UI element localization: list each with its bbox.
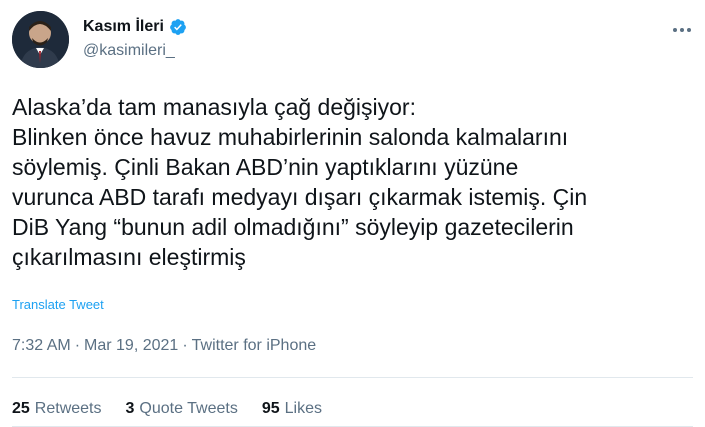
tweet-time[interactable]: 7:32 AM — [12, 337, 71, 355]
tweet-stats: 25 Retweets 3 Quote Tweets 95 Likes — [12, 400, 322, 418]
meta-separator: · — [74, 337, 81, 354]
quote-tweets-stat[interactable]: 3 Quote Tweets — [126, 400, 238, 418]
tweet-card: Kasım İleri @kasimileri_ Alaska’da tam m… — [0, 0, 705, 427]
likes-count: 95 — [261, 400, 280, 417]
tweet-source[interactable]: Twitter for iPhone — [192, 337, 317, 355]
likes-label: Likes — [284, 400, 322, 417]
avatar[interactable] — [12, 11, 69, 68]
retweets-count: 25 — [12, 400, 30, 417]
tweet-text-line: Blinken önce havuz muhabirlerinin salond… — [12, 124, 569, 150]
person-avatar-icon — [12, 11, 69, 68]
display-name-row: Kasım İleri — [83, 15, 187, 39]
retweets-stat[interactable]: 25 Retweets — [12, 400, 102, 418]
tweet-text: Alaska’da tam manasıyla çağ değişiyor: B… — [12, 92, 697, 272]
author-info: Kasım İleri @kasimileri_ — [83, 15, 187, 60]
retweets-label: Retweets — [34, 400, 102, 417]
tweet-text-line: Alaska’da tam manasıyla çağ değişiyor: — [12, 94, 416, 120]
quote-tweets-count: 3 — [125, 400, 135, 417]
tweet-text-line: çıkarılmasını eleştirmiş — [12, 244, 246, 270]
tweet-text-line: DiB Yang “bunun adil olmadığını” söyleyi… — [12, 214, 574, 240]
author-handle[interactable]: @kasimileri_ — [83, 42, 187, 60]
verified-badge-icon — [169, 18, 187, 36]
tweet-date[interactable]: Mar 19, 2021 — [84, 337, 178, 355]
divider — [12, 377, 693, 378]
more-options-icon[interactable] — [671, 19, 693, 41]
meta-separator: · — [182, 337, 188, 354]
likes-stat[interactable]: 95 Likes — [262, 400, 322, 418]
tweet-text-line: söylemiş. Çinli Bakan ABD’nin yaptıkları… — [12, 154, 519, 180]
quote-tweets-label: Quote Tweets — [139, 400, 238, 417]
tweet-meta: 7:32 AM · Mar 19, 2021 · Twitter for iPh… — [12, 337, 316, 355]
display-name[interactable]: Kasım İleri — [83, 18, 164, 36]
tweet-text-line: vurunca ABD tarafı medyayı dışarı çıkarm… — [12, 184, 588, 210]
tweet-header: Kasım İleri @kasimileri_ — [12, 11, 693, 69]
translate-tweet-link[interactable]: Translate Tweet — [12, 297, 104, 312]
